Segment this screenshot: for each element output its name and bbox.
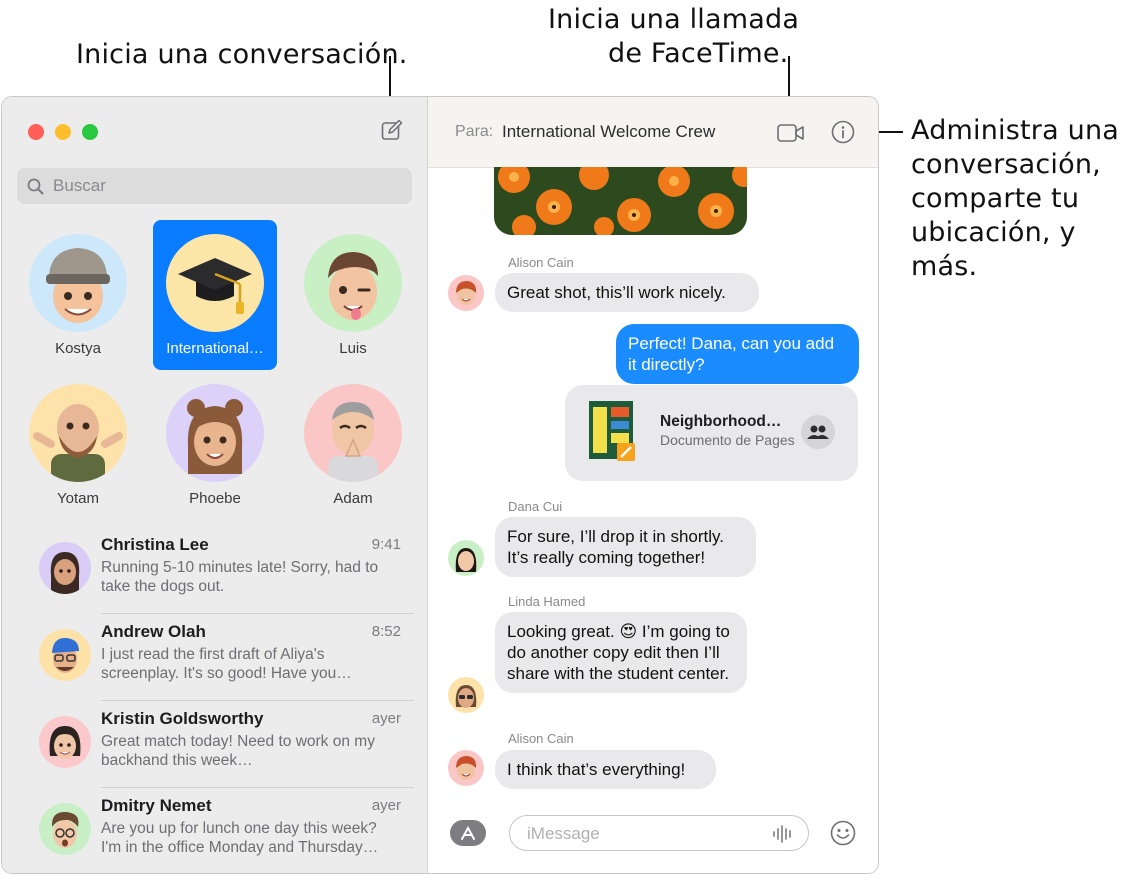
app-store-icon[interactable] [450,820,486,846]
sidebar: Buscar Kostya International… Luis Yotam … [2,97,428,873]
conversation-row[interactable]: Christina Lee 9:41 Running 5-10 minutes … [2,525,427,611]
audio-waveform-icon[interactable] [772,824,794,844]
search-placeholder: Buscar [53,176,106,195]
avatar [166,234,264,332]
conversation-preview: Running 5-10 minutes late! Sorry, had to… [101,559,379,595]
video-icon[interactable] [777,123,805,143]
conversation-preview: I just read the first draft of Aliya's s… [101,646,352,682]
message-bubble[interactable]: Looking great. 😍 I’m going to do another… [495,612,747,693]
pinned-name: Yotam [57,490,99,507]
conversation-time: 8:52 [371,623,401,640]
search-field[interactable]: Buscar [17,168,412,204]
callout-manage-line3: comparte tu [911,183,1080,214]
avatar [39,716,91,768]
avatar [39,629,91,681]
conversation-name: Kristin Goldsworthy [101,709,264,728]
pinned-kostya[interactable]: Kostya [16,220,140,370]
callout-new-conversation: Inicia una conversación. [76,39,408,70]
avatar [448,540,484,576]
callout-manage-line4: ubicación, y más. [911,217,1076,282]
sender-name: Alison Cain [508,731,574,746]
avatar [448,275,484,311]
info-icon[interactable] [831,120,855,144]
pinned-name: International… [166,340,264,357]
attachment-title: Neighborhood… [660,413,782,430]
callout-facetime-line2: de FaceTime. [608,38,789,69]
conversation-time: ayer [371,797,401,814]
pages-document-thumbnail [589,401,637,463]
chat-pane: Para: International Welcome Crew Alison … [428,97,878,873]
avatar [448,750,484,786]
messages-window: Buscar Kostya International… Luis Yotam … [1,96,879,874]
minimize-button[interactable] [55,124,71,140]
message-input[interactable]: iMessage [509,815,809,851]
avatar [448,677,484,713]
pages-attachment[interactable]: Neighborhood… Documento de Pages [565,385,858,481]
sender-name: Linda Hamed [508,594,586,609]
avatar [29,234,127,332]
pinned-luis[interactable]: Luis [291,220,415,370]
zoom-button[interactable] [82,124,98,140]
message-bubble[interactable]: Great shot, this’ll work nicely. [495,273,759,312]
message-bubble[interactable]: For sure, I’ll drop it in shortly. It’s … [495,517,756,577]
pinned-name: Kostya [55,340,101,357]
message-bubble-outgoing[interactable]: Perfect! Dana, can you add it directly? [616,324,859,384]
avatar [39,542,91,594]
pinned-name: Luis [339,340,367,357]
chat-header: Para: International Welcome Crew [428,97,878,168]
emoji-icon[interactable] [830,820,856,846]
avatar [29,384,127,482]
pinned-name: Phoebe [189,490,241,507]
compose-icon[interactable] [381,119,403,141]
pinned-adam[interactable]: Adam [291,370,415,520]
sender-name: Alison Cain [508,255,574,270]
avatar [304,384,402,482]
message-input-placeholder: iMessage [527,824,600,843]
pinned-international[interactable]: International… [153,220,277,370]
share-people-icon[interactable] [801,415,835,449]
pinned-yotam[interactable]: Yotam [16,370,140,520]
pinned-phoebe[interactable]: Phoebe [153,370,277,520]
pinned-name: Adam [333,490,373,507]
conversation-row[interactable]: Andrew Olah 8:52 I just read the first d… [2,612,427,698]
conversation-row[interactable]: Dmitry Nemet ayer Are you up for lunch o… [2,786,427,872]
message-bubble[interactable]: I think that’s everything! [495,750,716,789]
attachment-subtitle: Documento de Pages [660,432,795,448]
conversation-name: Christina Lee [101,535,209,554]
recipient-name[interactable]: International Welcome Crew [502,122,715,142]
conversation-name: Andrew Olah [101,622,206,641]
callout-facetime-line1: Inicia una llamada [548,4,800,35]
avatar [39,803,91,855]
conversation-row[interactable]: Kristin Goldsworthy ayer Great match tod… [2,699,427,785]
callout-manage-line2: conversación, [911,149,1101,180]
conversation-time: ayer [371,710,401,727]
close-button[interactable] [28,124,44,140]
conversation-time: 9:41 [371,536,401,553]
avatar [166,384,264,482]
conversation-name: Dmitry Nemet [101,796,212,815]
search-icon [27,178,44,195]
conversation-preview: Great match today! Need to work on my ba… [101,733,375,769]
sender-name: Dana Cui [508,499,563,514]
conversation-preview: Are you up for lunch one day this week? … [101,820,379,856]
avatar [304,234,402,332]
to-label: Para: [455,123,494,140]
flower-photo[interactable] [494,167,747,235]
callout-manage-line1: Administra una [911,115,1120,146]
